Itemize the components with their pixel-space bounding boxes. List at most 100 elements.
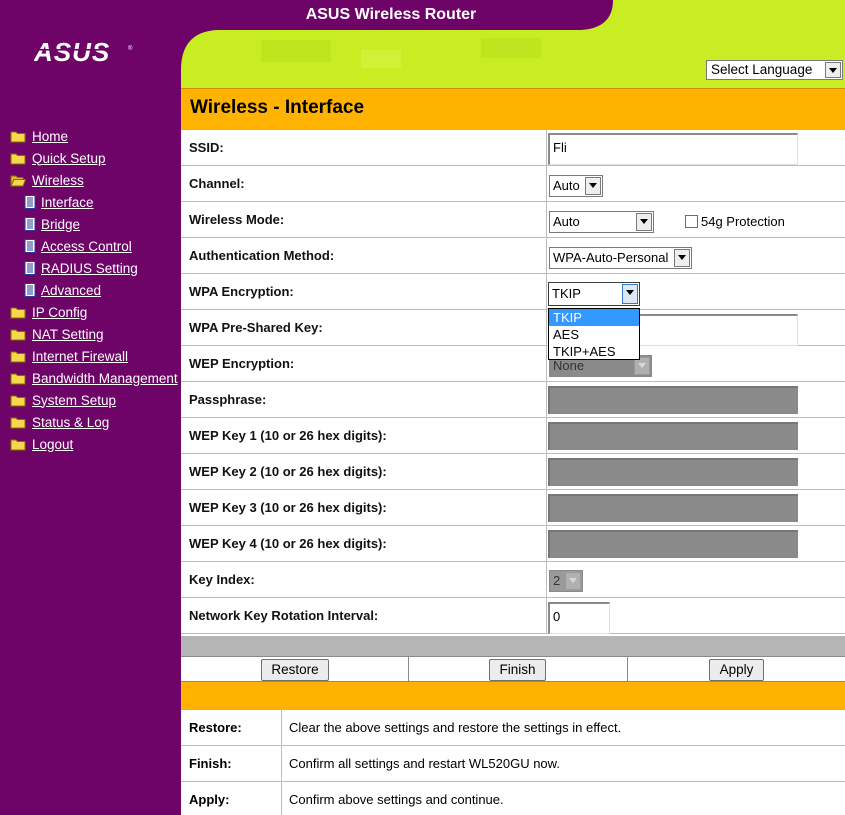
finish-button[interactable]: Finish bbox=[489, 659, 546, 681]
sidebar-item-bridge[interactable]: Bridge bbox=[24, 215, 80, 233]
wireless-mode-select[interactable]: Auto bbox=[549, 211, 654, 233]
folder-icon bbox=[10, 329, 26, 341]
sidebar-item-label: Logout bbox=[32, 436, 74, 452]
wep-key3-label: WEP Key 3 (10 or 26 hex digits): bbox=[189, 500, 387, 515]
sidebar-item-bandwidth-management[interactable]: Bandwidth Management bbox=[10, 369, 178, 387]
channel-row: Channel: bbox=[181, 166, 845, 202]
folder-icon bbox=[10, 351, 26, 363]
wireless-mode-label: Wireless Mode: bbox=[189, 212, 285, 227]
page-icon bbox=[24, 195, 36, 209]
sidebar-item-interface[interactable]: Interface bbox=[24, 193, 94, 211]
language-select-value: Select Language bbox=[711, 62, 813, 77]
sidebar-item-label: Bridge bbox=[41, 216, 81, 232]
key-index-select[interactable]: 2 bbox=[549, 570, 583, 592]
wpa-encryption-select[interactable]: TKIP bbox=[548, 282, 640, 306]
svg-text:®: ® bbox=[128, 45, 133, 52]
wep-key4-input[interactable] bbox=[548, 530, 798, 558]
folder-icon bbox=[10, 373, 26, 385]
sidebar-item-status-log[interactable]: Status & Log bbox=[10, 413, 109, 431]
wep-encryption-row: WEP Encryption: bbox=[181, 346, 845, 382]
rotation-interval-row: Network Key Rotation Interval: bbox=[181, 598, 845, 634]
language-select[interactable]: Select Language bbox=[706, 60, 843, 80]
help-key: Apply: bbox=[189, 792, 230, 807]
folder-icon bbox=[10, 439, 26, 451]
chevron-down-icon bbox=[825, 62, 841, 78]
page-icon bbox=[24, 261, 36, 275]
sidebar-item-label: Access Control bbox=[41, 238, 132, 254]
passphrase-label: Passphrase: bbox=[189, 392, 267, 407]
key-index-select-value: 2 bbox=[553, 573, 561, 588]
svg-text:ASUS: ASUS bbox=[34, 38, 110, 67]
wpa-encryption-dropdown-list[interactable]: TKIP AES TKIP+AES bbox=[548, 308, 640, 360]
54g-protection-checkbox[interactable] bbox=[685, 215, 698, 228]
help-key: Finish: bbox=[189, 756, 232, 771]
chevron-down-icon bbox=[585, 177, 601, 195]
restore-button[interactable]: Restore bbox=[261, 659, 329, 681]
sidebar-item-label: RADIUS Setting bbox=[41, 260, 138, 276]
sidebar-item-label: Advanced bbox=[41, 282, 102, 298]
folder-icon bbox=[10, 153, 26, 165]
wpa-encryption-select-value: TKIP bbox=[552, 286, 581, 301]
page-icon bbox=[24, 217, 36, 231]
sidebar-item-logout[interactable]: Logout bbox=[10, 435, 73, 453]
54g-protection-label: 54g Protection bbox=[701, 214, 785, 229]
rotation-interval-input[interactable]: 0 bbox=[548, 602, 610, 634]
wep-key1-label: WEP Key 1 (10 or 26 hex digits): bbox=[189, 428, 387, 443]
sidebar-item-label: Wireless bbox=[32, 172, 84, 188]
wpa-encryption-row: WPA Encryption: bbox=[181, 274, 845, 310]
page-title-bar: Wireless - Interface bbox=[181, 88, 845, 130]
channel-select[interactable]: Auto bbox=[549, 175, 603, 197]
auth-method-select[interactable]: WPA-Auto-Personal bbox=[549, 247, 692, 269]
key-index-label: Key Index: bbox=[189, 572, 255, 587]
wep-key1-input[interactable] bbox=[548, 422, 798, 450]
open-folder-icon bbox=[10, 175, 26, 187]
passphrase-input[interactable] bbox=[548, 386, 798, 414]
wep-key4-label: WEP Key 4 (10 or 26 hex digits): bbox=[189, 536, 387, 551]
dropdown-option-tkip-aes[interactable]: TKIP+AES bbox=[549, 343, 639, 360]
help-row: Finish: Confirm all settings and restart… bbox=[181, 746, 845, 782]
sidebar-item-wireless[interactable]: Wireless bbox=[10, 171, 84, 189]
sidebar-item-internet-firewall[interactable]: Internet Firewall bbox=[10, 347, 128, 365]
folder-icon bbox=[10, 417, 26, 429]
auth-method-label: Authentication Method: bbox=[189, 248, 335, 263]
sidebar-item-label: Quick Setup bbox=[32, 150, 106, 166]
folder-icon bbox=[10, 307, 26, 319]
wep-key2-input[interactable] bbox=[548, 458, 798, 486]
wep-key2-label: WEP Key 2 (10 or 26 hex digits): bbox=[189, 464, 387, 479]
help-row: Apply: Confirm above settings and contin… bbox=[181, 782, 845, 815]
chevron-down-icon bbox=[674, 249, 690, 267]
sidebar-item-label: NAT Setting bbox=[32, 326, 104, 342]
sidebar-item-quick-setup[interactable]: Quick Setup bbox=[10, 149, 106, 167]
wep-key3-input[interactable] bbox=[548, 494, 798, 522]
action-button-row: Restore Finish Apply bbox=[181, 656, 845, 682]
help-text: Confirm above settings and continue. bbox=[289, 792, 504, 807]
sidebar-item-label: Interface bbox=[41, 194, 94, 210]
folder-icon bbox=[10, 131, 26, 143]
wep-encryption-label: WEP Encryption: bbox=[189, 356, 295, 371]
separator-bar bbox=[181, 636, 845, 656]
ssid-input[interactable]: Fli bbox=[548, 133, 798, 165]
sidebar-item-radius-setting[interactable]: RADIUS Setting bbox=[24, 259, 138, 277]
sidebar-item-ip-config[interactable]: IP Config bbox=[10, 303, 87, 321]
app-title: ASUS Wireless Router bbox=[305, 6, 477, 23]
chevron-down-icon bbox=[622, 284, 638, 304]
wpa-encryption-label: WPA Encryption: bbox=[189, 284, 294, 299]
sidebar-item-advanced[interactable]: Advanced bbox=[24, 281, 101, 299]
sidebar-item-label: System Setup bbox=[32, 392, 117, 408]
sidebar-item-label: Home bbox=[32, 128, 69, 144]
auth-method-select-value: WPA-Auto-Personal bbox=[553, 250, 669, 265]
sidebar-item-access-control[interactable]: Access Control bbox=[24, 237, 132, 255]
apply-button[interactable]: Apply bbox=[709, 659, 764, 681]
sidebar-item-system-setup[interactable]: System Setup bbox=[10, 391, 116, 409]
wireless-mode-select-value: Auto bbox=[553, 214, 580, 229]
dropdown-option-aes[interactable]: AES bbox=[549, 326, 639, 343]
channel-select-value: Auto bbox=[553, 178, 580, 193]
folder-icon bbox=[10, 395, 26, 407]
dropdown-option-tkip[interactable]: TKIP bbox=[549, 309, 639, 326]
sidebar-item-label: Status & Log bbox=[32, 414, 110, 430]
help-key: Restore: bbox=[189, 720, 242, 735]
sidebar-item-label: IP Config bbox=[32, 304, 88, 320]
sidebar-item-label: Bandwidth Management bbox=[32, 370, 178, 386]
sidebar-item-nat-setting[interactable]: NAT Setting bbox=[10, 325, 104, 343]
sidebar-item-home[interactable]: Home bbox=[10, 127, 68, 145]
